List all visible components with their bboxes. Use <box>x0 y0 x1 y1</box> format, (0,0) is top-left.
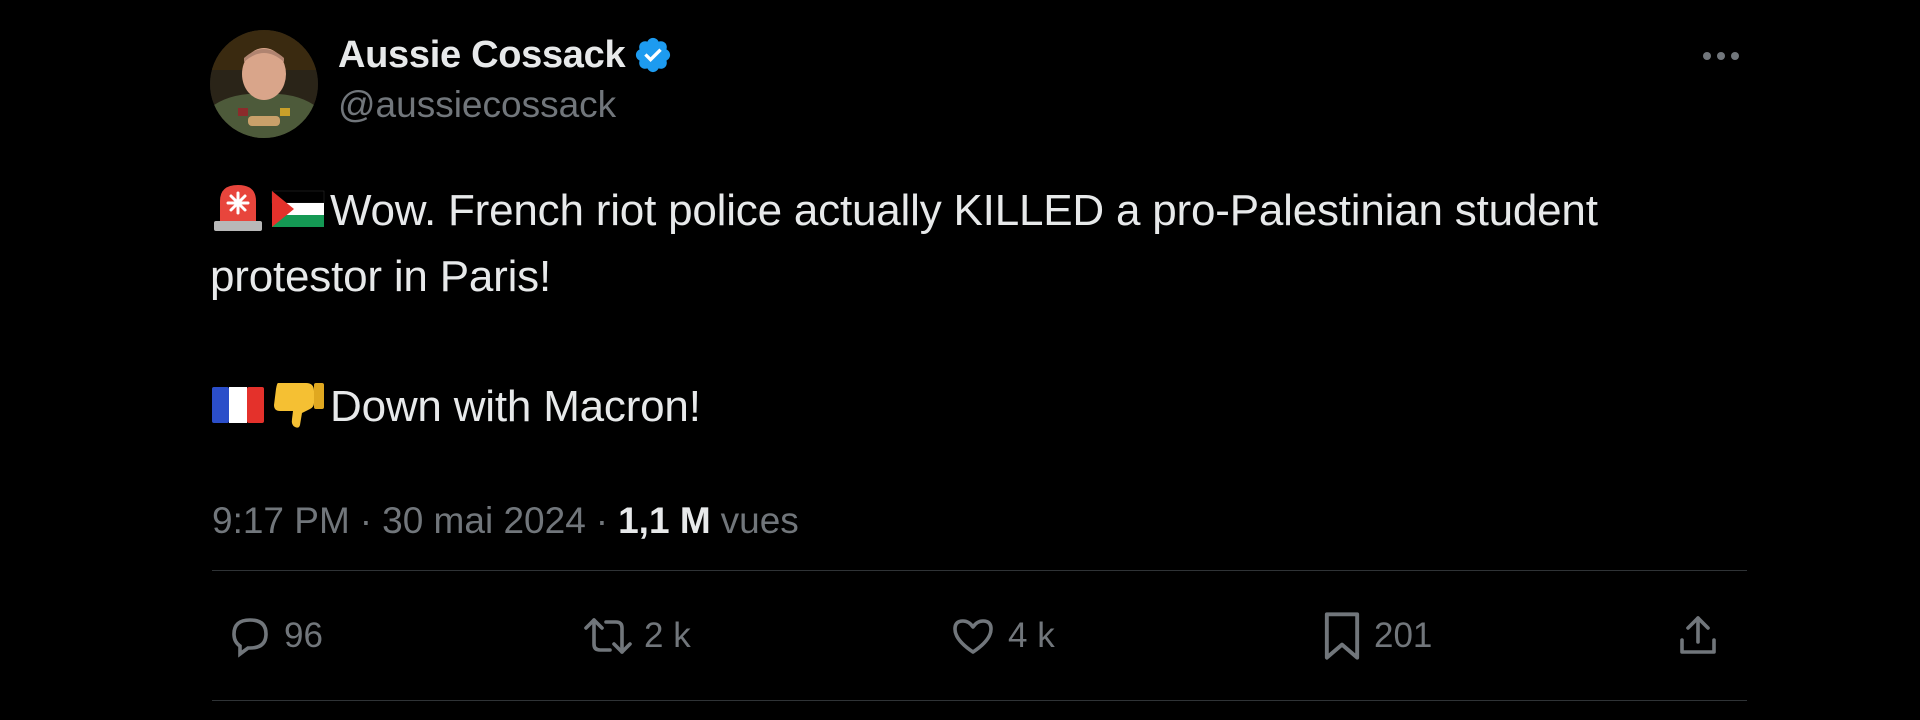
tweet-time[interactable]: 9:17 PM <box>212 500 350 542</box>
reply-button[interactable]: 96 <box>226 612 323 660</box>
repost-count: 2 k <box>644 616 691 655</box>
share-icon <box>1680 616 1716 654</box>
views-count[interactable]: 1,1 M <box>618 500 711 542</box>
tweet-meta: 9:17 PM · 30 mai 2024 · 1,1 M vues <box>212 500 799 542</box>
more-dots-icon <box>1703 52 1739 60</box>
rotating-light-emoji <box>210 181 266 233</box>
bookmark-count: 201 <box>1374 616 1433 655</box>
like-count: 4 k <box>1008 616 1055 655</box>
handle[interactable]: @aussiecossack <box>338 84 673 126</box>
meta-separator: · <box>359 500 373 541</box>
action-bar: 96 2 k 4 k 201 <box>210 606 1745 666</box>
share-button[interactable] <box>1674 612 1732 660</box>
avatar[interactable] <box>210 30 318 138</box>
tweet-paragraph-1: Wow. French riot police actually KILLED … <box>210 178 1730 310</box>
verified-badge-icon[interactable] <box>633 35 673 75</box>
palestine-flag-emoji <box>270 181 326 233</box>
more-options-button[interactable] <box>1697 42 1745 70</box>
france-flag-emoji <box>210 377 266 429</box>
thumbs-down-emoji <box>270 377 326 429</box>
tweet-paragraph-2: Down with Macron! <box>210 374 1730 440</box>
tweet: Aussie Cossack @aussiecossack Wow. Frenc… <box>210 28 1747 708</box>
divider <box>212 700 1747 701</box>
repost-icon <box>584 618 632 654</box>
bookmark-button[interactable]: 201 <box>1320 610 1432 662</box>
name-row: Aussie Cossack <box>338 28 673 82</box>
avatar-image <box>210 30 318 138</box>
tweet-date[interactable]: 30 mai 2024 <box>382 500 586 542</box>
repost-button[interactable]: 2 k <box>582 612 691 660</box>
bookmark-icon <box>1324 612 1360 660</box>
heart-icon <box>953 619 993 654</box>
reply-count: 96 <box>284 616 323 655</box>
like-button[interactable]: 4 k <box>948 612 1055 660</box>
views-label: vues <box>720 500 799 541</box>
meta-separator: · <box>595 500 609 541</box>
display-name[interactable]: Aussie Cossack <box>338 34 626 77</box>
tweet-line-2-text: Down with Macron! <box>330 382 701 431</box>
tweet-line-1-text: Wow. French riot police actually KILLED … <box>210 186 1598 301</box>
author-block: Aussie Cossack @aussiecossack <box>338 28 673 126</box>
reply-icon <box>232 618 268 658</box>
divider <box>212 570 1747 571</box>
tweet-text: Wow. French riot police actually KILLED … <box>210 178 1730 440</box>
